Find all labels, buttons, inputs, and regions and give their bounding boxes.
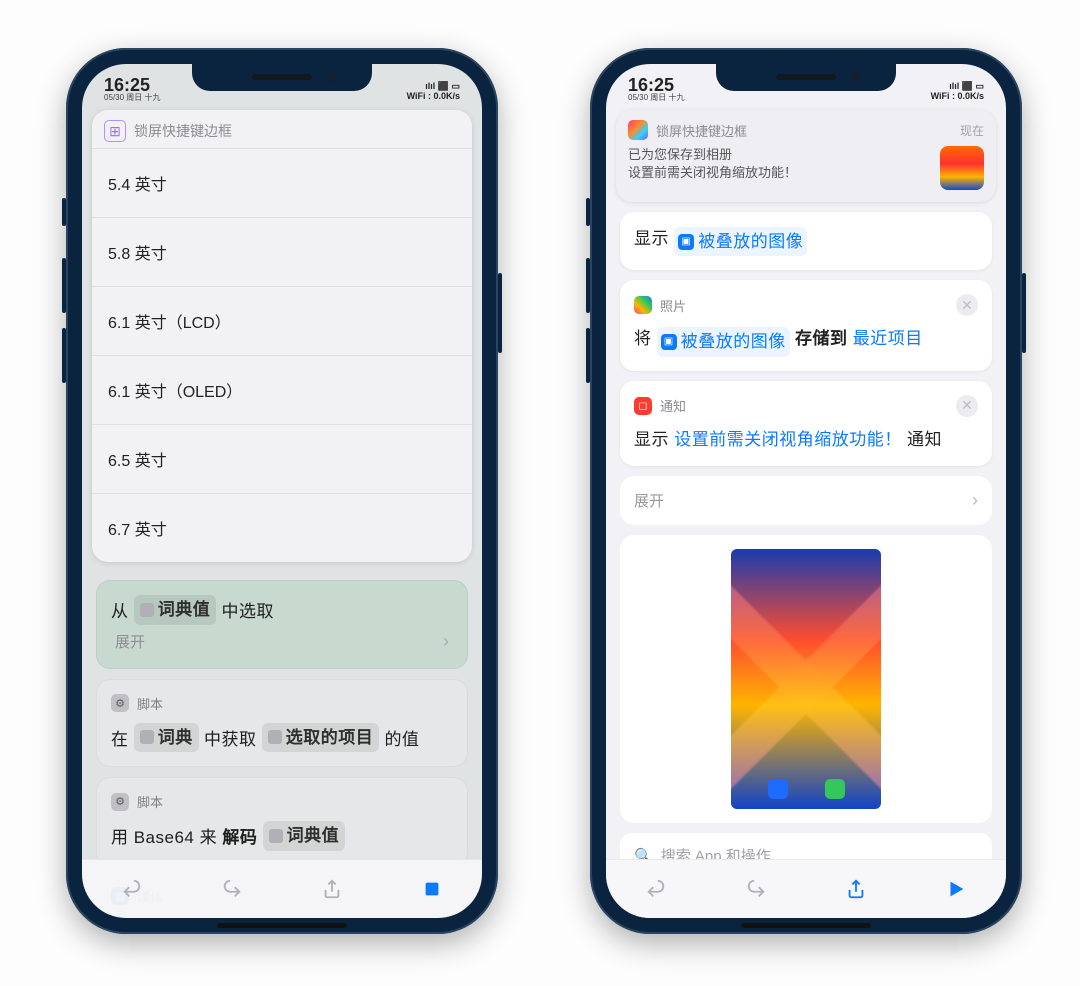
- gear-icon: ⚙: [111, 694, 129, 712]
- dock-app-icon: [768, 779, 788, 799]
- picker-option[interactable]: 6.1 英寸（LCD）: [92, 286, 472, 355]
- notif-time: 现在: [960, 122, 984, 139]
- picker-option[interactable]: 6.1 英寸（OLED）: [92, 355, 472, 424]
- chevron-right-icon: ›: [972, 490, 978, 511]
- home-indicator[interactable]: [217, 923, 347, 928]
- undo-icon[interactable]: [121, 878, 143, 900]
- action-save-to-photos[interactable]: 照片 ✕ 将 ▣被叠放的图像 存储到 最近项目: [620, 280, 992, 370]
- redo-icon[interactable]: [745, 878, 767, 900]
- share-icon[interactable]: [321, 878, 343, 900]
- token-selected-item: 选取的项目: [262, 723, 380, 753]
- notif-thumbnail: [940, 146, 984, 190]
- token-dictionary-value: 词典值: [134, 595, 217, 625]
- notification-icon: ◻: [634, 397, 652, 415]
- expand-label[interactable]: 展开: [115, 631, 145, 652]
- status-date: 05/30 周日 十九: [104, 94, 160, 102]
- size-picker-sheet: ⊞ 锁屏快捷键边框 5.4 英寸 5.8 英寸 6.1 英寸（LCD） 6.1 …: [92, 110, 472, 562]
- token-dictionary: 词典: [134, 723, 199, 753]
- status-wifi: WiFi : 0.0K/s: [407, 92, 460, 102]
- status-wifi: WiFi : 0.0K/s: [931, 92, 984, 102]
- picker-option[interactable]: 5.8 英寸: [92, 217, 472, 286]
- status-date: 05/30 周日 十九: [628, 94, 684, 102]
- delete-action-icon[interactable]: ✕: [956, 395, 978, 417]
- token-dictionary-value: 词典值: [263, 821, 346, 851]
- action-show-notification[interactable]: ◻ 通知 ✕ 显示 设置前需关闭视角缩放功能！ 通知: [620, 381, 992, 467]
- status-time: 16:25: [628, 76, 684, 94]
- delete-action-icon[interactable]: ✕: [956, 294, 978, 316]
- stop-icon[interactable]: [421, 878, 443, 900]
- phone-right: 16:25 05/30 周日 十九 ılıl ⬛ ▭ WiFi : 0.0K/s…: [590, 48, 1022, 934]
- action-get-dict-value[interactable]: ⚙脚本 在 词典 中获取 选取的项目 的值: [96, 679, 468, 768]
- token-overlaid-image: ▣被叠放的图像: [674, 227, 807, 257]
- wallpaper-preview: [620, 535, 992, 823]
- shortcuts-app-icon: ⊞: [104, 120, 126, 142]
- gear-icon: ⚙: [111, 793, 129, 811]
- sheet-title: 锁屏快捷键边框: [134, 121, 232, 141]
- dock-app-icon: [825, 779, 845, 799]
- notif-app-name: 锁屏快捷键边框: [656, 121, 747, 140]
- notification-banner[interactable]: 锁屏快捷键边框 现在 已为您保存到相册 设置前需关闭视角缩放功能！: [616, 110, 996, 202]
- notif-line2: 设置前需关闭视角缩放功能！: [628, 164, 797, 182]
- picker-option[interactable]: 6.5 英寸: [92, 424, 472, 493]
- share-icon[interactable]: [845, 878, 867, 900]
- expand-row[interactable]: 展开 ›: [620, 476, 992, 525]
- token-recents-album[interactable]: 最近项目: [853, 329, 923, 348]
- chevron-right-icon: ›: [443, 631, 449, 652]
- status-time: 16:25: [104, 76, 160, 94]
- photos-icon: [634, 296, 652, 314]
- token-overlaid-image: ▣被叠放的图像: [657, 327, 790, 357]
- redo-icon[interactable]: [221, 878, 243, 900]
- phone-left: 16:25 05/30 周日 十九 ılıl ⬛ ▭ WiFi : 0.0K/s…: [66, 48, 498, 934]
- play-icon[interactable]: [945, 878, 967, 900]
- undo-icon[interactable]: [645, 878, 667, 900]
- shortcuts-app-icon: [628, 120, 648, 140]
- notch: [192, 63, 372, 91]
- toolbar: [82, 859, 482, 918]
- notch: [716, 63, 896, 91]
- notif-line1: 已为您保存到相册: [628, 146, 797, 164]
- toolbar: [606, 859, 1006, 918]
- notification-message[interactable]: 设置前需关闭视角缩放功能！: [674, 430, 902, 449]
- action-choose-from-dict[interactable]: 从 词典值 中选取 展开 ›: [96, 580, 468, 669]
- home-indicator[interactable]: [741, 923, 871, 928]
- action-show-image[interactable]: 显示 ▣被叠放的图像: [620, 212, 992, 270]
- picker-option[interactable]: 5.4 英寸: [92, 148, 472, 217]
- picker-option[interactable]: 6.7 英寸: [92, 493, 472, 562]
- action-base64-decode[interactable]: ⚙脚本 用 Base64 来 解码 词典值: [96, 777, 468, 866]
